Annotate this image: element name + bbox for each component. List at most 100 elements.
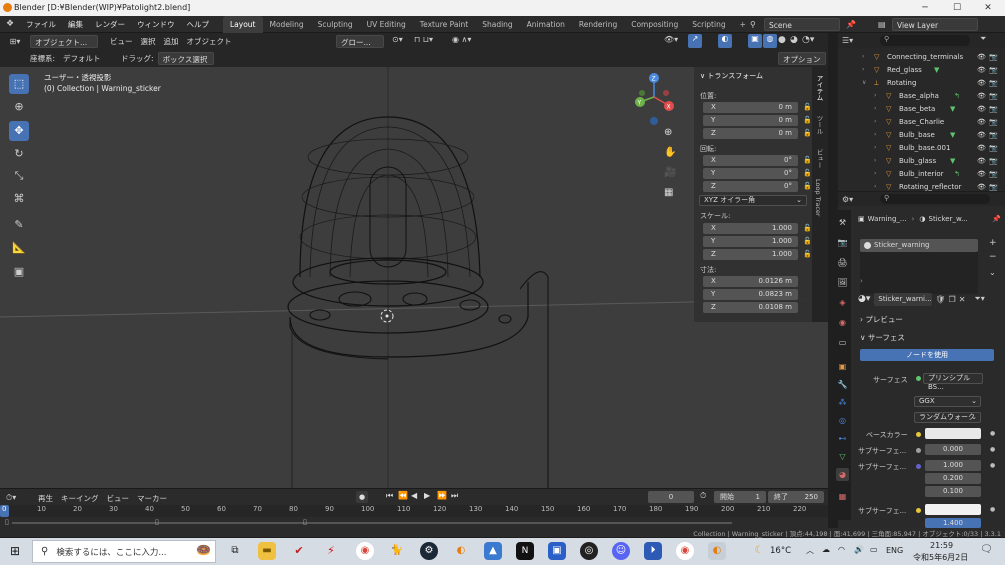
next-keyframe-icon[interactable]: ⏩ [437,491,447,500]
view-layer-selector[interactable]: ▤ View Layer [878,18,1002,31]
location-z-field[interactable]: Z0 m [703,128,798,139]
outliner-item[interactable]: › ▽ Red_glass ▼ 👁 📷 [838,64,1005,76]
wifi-icon[interactable]: ◠ [838,545,845,554]
notification-icon[interactable]: 🗨 [980,544,993,555]
eye-icon[interactable]: 👁 [977,103,986,115]
app-red-2-icon[interactable]: ⚡ [322,542,340,560]
measure-tool[interactable]: 📐 [9,238,29,258]
eye-icon[interactable]: 👁 [977,155,986,167]
outliner-item[interactable]: › ▽ Rotating_reflector 👁 📷 [838,181,1005,191]
camera-icon[interactable]: 📷 [989,116,998,128]
chevron-up-icon[interactable]: ︿ [806,545,814,556]
outliner-item[interactable]: › ▽ Bulb_glass ▼ 👁 📷 [838,155,1005,167]
eye-icon[interactable]: 👁 [977,142,986,154]
tab-rendering[interactable]: Rendering [572,16,624,33]
dimensions-x-field[interactable]: X 0.0126 m [703,276,798,287]
outliner-item[interactable]: › ▽ Base_alpha ↰ 👁 📷 [838,90,1005,102]
timeline-scroll-area[interactable]: ▯ ▯ ▯ [0,518,828,528]
scale-y-field[interactable]: Y 1.000 [703,236,798,247]
add-cube-tool[interactable]: ▣ [9,262,29,282]
transform-section[interactable]: ∨ トランスフォーム [700,71,763,81]
properties-search-input[interactable]: ⚲ [880,194,990,204]
task-view-icon[interactable]: ⧉ [226,542,244,560]
camera-icon[interactable]: 📷 [989,103,998,115]
scale-z-field[interactable]: Z 1.000 [703,249,798,260]
output-tab-icon[interactable]: 🖨 [836,256,849,269]
prev-keyframe-icon[interactable]: ⏪ [398,491,408,500]
app-circle-icon[interactable]: ◎ [580,542,598,560]
tab-layout[interactable]: Layout [223,15,263,33]
solid-shading-icon[interactable]: ● [778,35,786,45]
menu-view[interactable]: ビュー [106,35,137,48]
eye-icon[interactable]: 👁 [977,168,986,180]
material-slot-item[interactable]: Sticker_warning [860,239,978,252]
navigation-gizmo[interactable]: Z X Y [632,71,680,131]
transform-tool[interactable]: ⌘ [9,189,29,209]
scale-x-field[interactable]: X 1.000 [703,223,798,234]
collection-tab-icon[interactable]: ▭ [836,336,849,349]
view-layer-tab-icon[interactable]: 🖼 [836,276,849,289]
surface-panel-header[interactable]: ∨ サーフェス [860,332,905,343]
eye-icon[interactable]: 👁 [977,129,986,141]
clock-date[interactable]: 令和5年6月2日 [913,552,968,563]
particles-tab-icon[interactable]: ⁂ [836,396,849,409]
filter-icon[interactable]: ⏷ [980,34,986,44]
menu-render[interactable]: レンダー [89,16,131,33]
menu-window[interactable]: ウィンドウ [131,16,181,33]
eye-icon[interactable]: 👁 [977,51,986,63]
tab-scripting[interactable]: Scripting [685,16,732,33]
tab-sculpting[interactable]: Sculpting [311,16,360,33]
lock-icon[interactable]: 🔓 [803,116,812,124]
current-frame-field[interactable]: 0 [648,491,694,503]
annotate-tool[interactable]: ✎ [9,215,29,235]
scene-selector[interactable]: ⚲ Scene 📌 [750,18,870,31]
outliner-search-input[interactable]: ⚲ [880,35,970,46]
coord-selector[interactable]: デフォルト [59,52,117,65]
rotation-x-field[interactable]: X 0° [703,155,798,166]
menu-help[interactable]: ヘルプ [181,16,216,33]
lock-icon[interactable]: 🔓 [803,224,812,232]
material-shading-icon[interactable]: ◕ [790,35,798,45]
overlay-toggle-icon[interactable]: ◐ [718,34,732,48]
tab-modeling[interactable]: Modeling [263,16,311,33]
jump-start-icon[interactable]: ⏮ [386,491,393,501]
outliner-item[interactable]: › ▽ Bulb_base ▼ 👁 📷 [838,129,1005,141]
discord-icon[interactable]: ☺ [612,542,630,560]
camera-view-icon[interactable]: 🎥 [664,167,676,178]
app-cat-icon[interactable]: 🐈 [388,542,406,560]
visibility-icon[interactable]: 👁▾ [664,35,678,44]
subsurface-color-swatch[interactable] [925,504,981,515]
store-icon[interactable]: ▣ [548,542,566,560]
tab-loop-tracer[interactable]: Loop Tracer [814,179,822,217]
rotate-tool[interactable]: ↻ [9,144,29,164]
ime-indicator[interactable]: ENG [886,546,903,555]
timeline-scrollbar[interactable] [12,522,732,524]
chrome-icon[interactable]: ◉ [356,542,374,560]
duplicate-icon[interactable]: ❐ [949,295,956,304]
outliner-item[interactable]: › ▽ Base_Charlie 👁 📷 [838,116,1005,128]
material-tab-icon[interactable]: ◕ [836,468,849,481]
tab-item[interactable]: アイテム [814,75,824,101]
outliner-item[interactable]: › ▽ Base_beta ▼ 👁 📷 [838,103,1005,115]
proportional-edit-icon[interactable]: ◉ ∧▾ [452,35,471,44]
steam-icon[interactable]: ⚙ [420,542,438,560]
editor-type-icon[interactable]: ⏱▾ [6,493,28,503]
add-slot-button[interactable]: + [989,238,997,248]
unlink-x-icon[interactable]: ✕ [959,295,966,304]
drag-selector[interactable]: ボックス選択 [157,52,214,65]
pivot-icon[interactable]: ⊙▾ [392,35,403,44]
options-dropdown[interactable]: オプション [778,52,826,65]
lock-icon[interactable]: 🔓 [803,103,812,111]
camera-icon[interactable]: 📷 [989,155,998,167]
volume-icon[interactable]: 🔊 [854,545,864,554]
modifier-tab-icon[interactable]: 🔧 [836,378,849,391]
timeline-ruler[interactable]: 0 10 20 30 40 50 60 70 80 90 100 110 120 130 140 150 160… [0,505,828,517]
display-icon[interactable]: ▭ [870,545,878,554]
keyframe-dot-icon[interactable]: ● [990,506,995,513]
chevron-down-icon[interactable]: ⌄ [989,268,996,277]
file-explorer-icon[interactable]: ▬ [258,542,276,560]
tab-compositing[interactable]: Compositing [624,16,685,33]
menu-add[interactable]: 追加 [160,35,183,48]
camera-icon[interactable]: 📷 [989,90,998,102]
onedrive-cloud-icon[interactable]: ☁ [822,545,830,554]
